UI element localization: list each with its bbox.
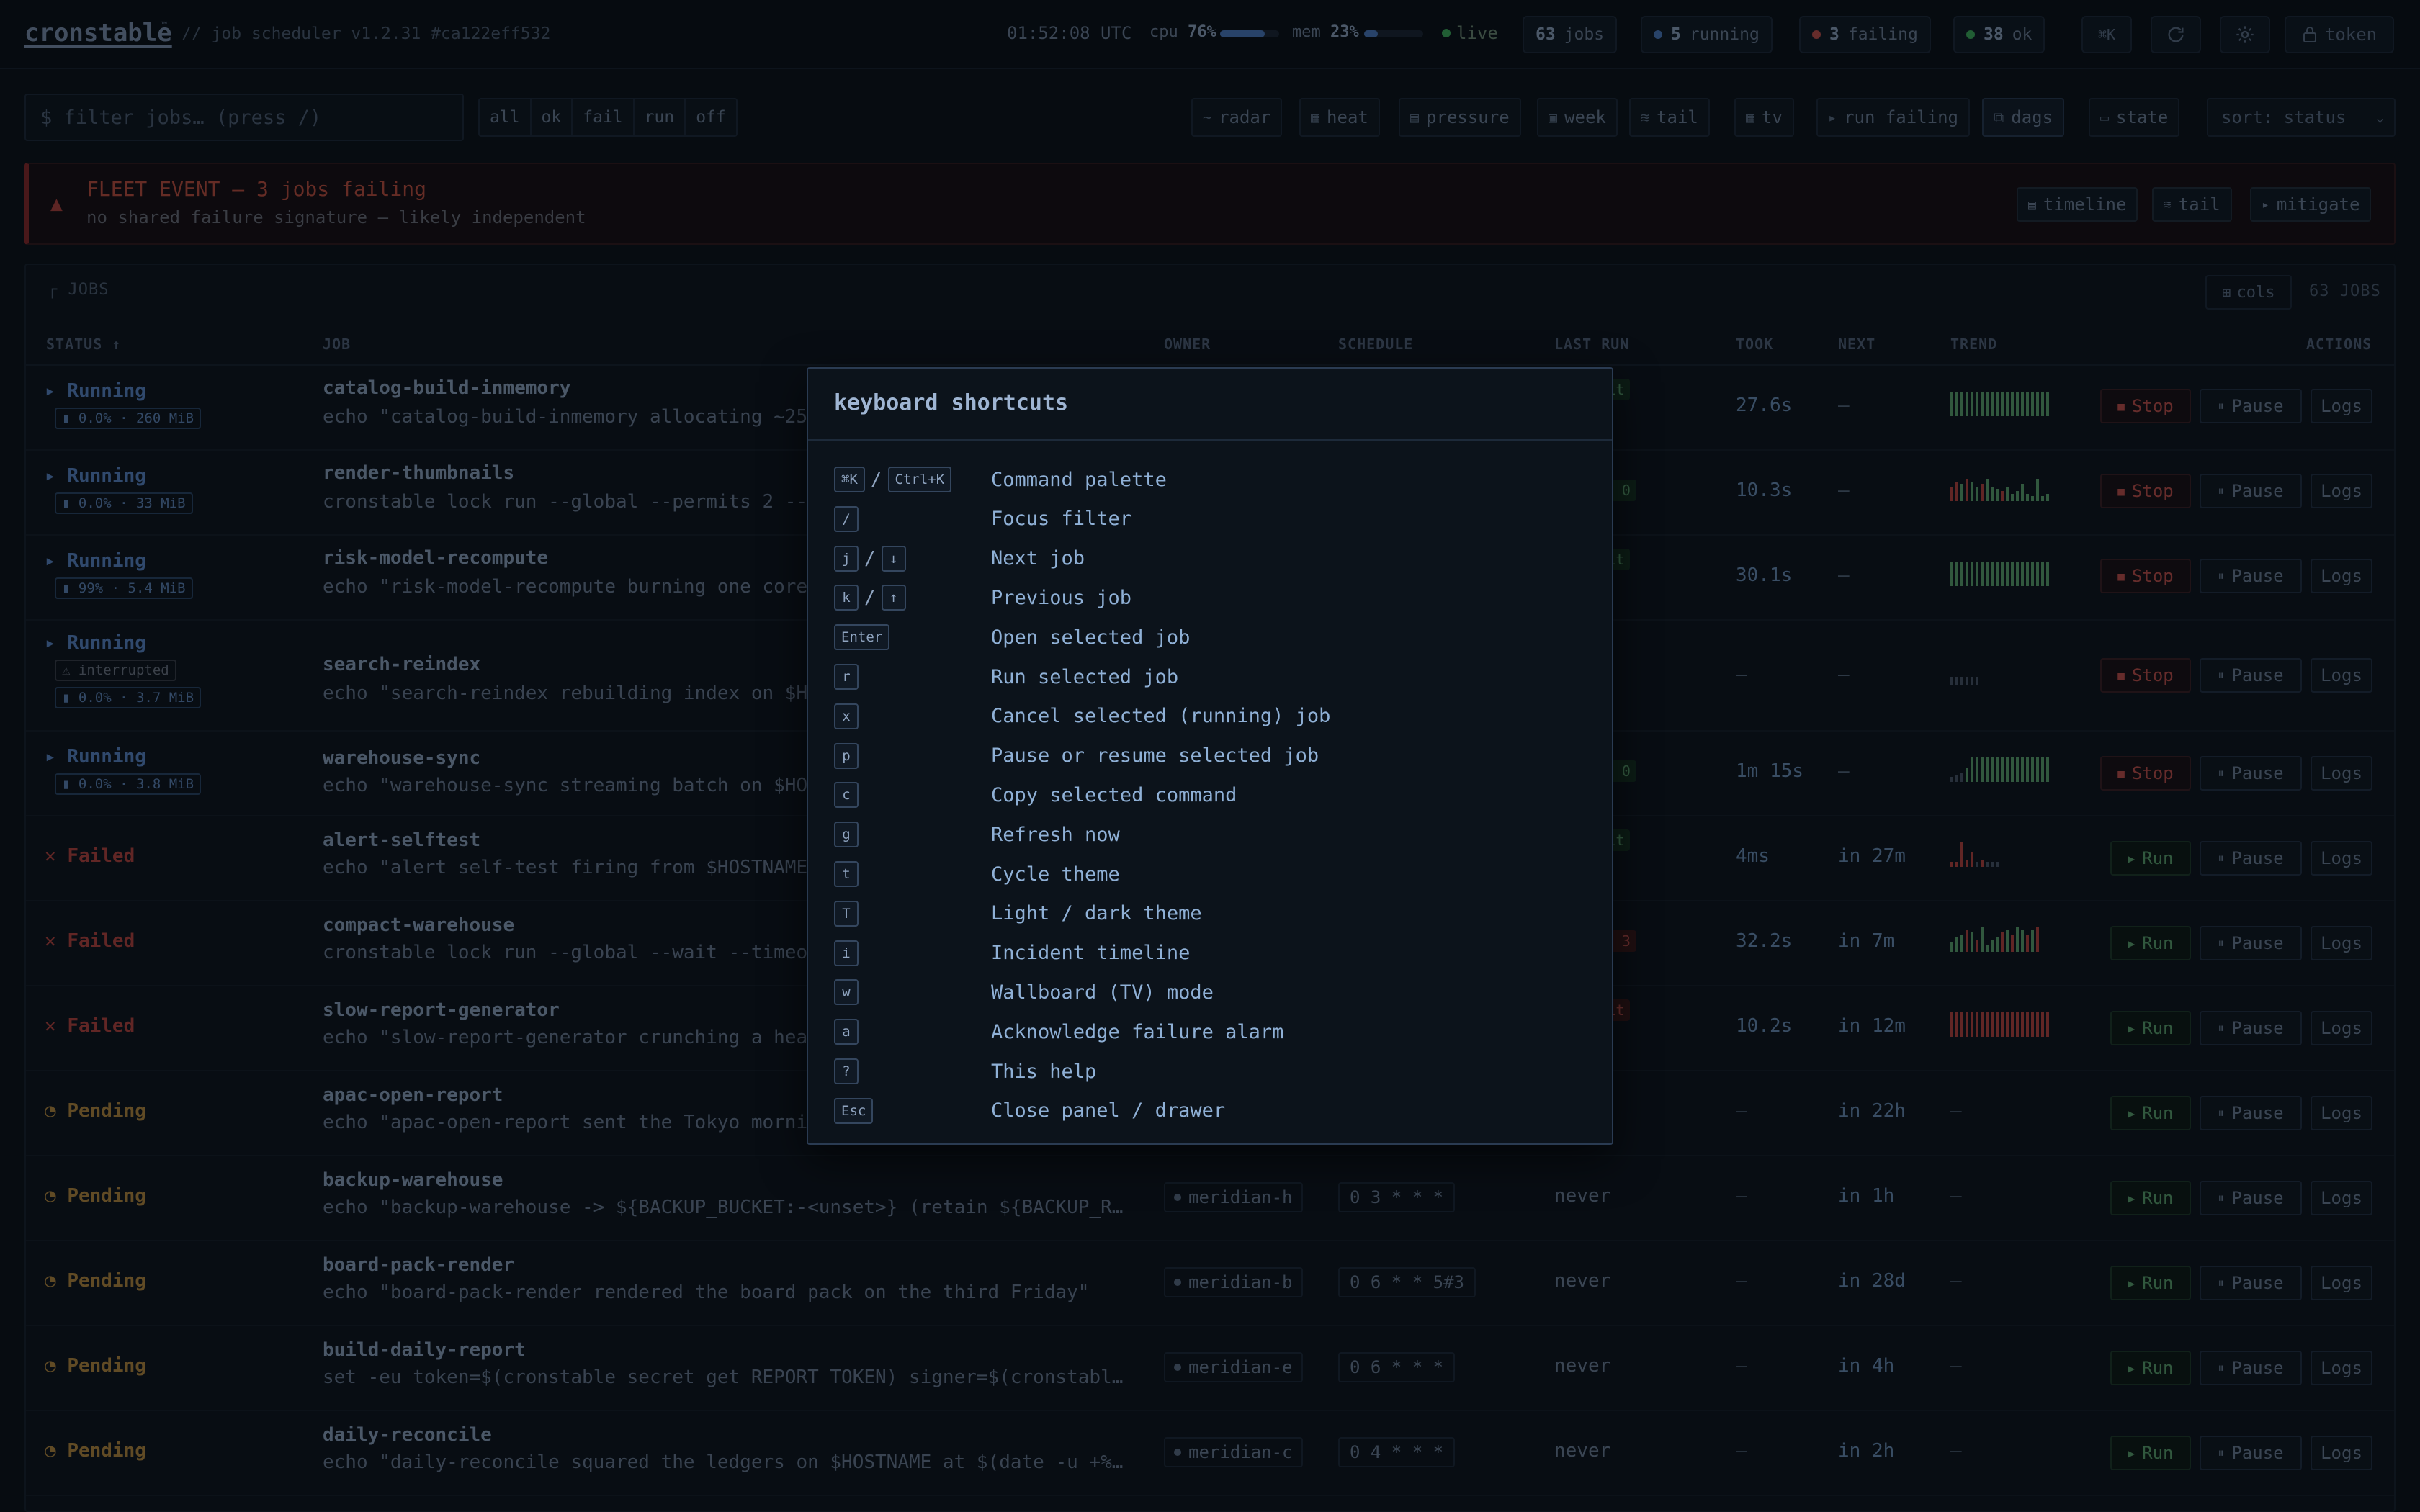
shortcut-row: p Pause or resume selected job	[834, 740, 1583, 772]
key-cap: i	[834, 940, 859, 966]
shortcut-row: t Cycle theme	[834, 858, 1583, 890]
shortcut-description: Next job	[991, 547, 1085, 570]
keyboard-shortcuts-dialog: keyboard shortcuts ⌘K / Ctrl+K Command pale…	[807, 367, 1613, 1145]
key-cap: x	[834, 703, 859, 729]
key-cap: T	[834, 900, 859, 927]
shortcut-row: / Focus filter	[834, 503, 1583, 535]
shortcut-keys: T	[834, 900, 991, 927]
shortcut-description: Close panel / drawer	[991, 1099, 1226, 1122]
shortcut-row: a Acknowledge failure alarm	[834, 1016, 1583, 1048]
key-cap: ⌘K	[834, 467, 865, 492]
key-cap: k	[834, 585, 859, 611]
shortcut-description: Light / dark theme	[991, 902, 1202, 925]
key-separator: /	[864, 547, 876, 570]
key-cap: Esc	[834, 1097, 874, 1124]
key-cap: r	[834, 664, 859, 690]
key-cap: p	[834, 742, 859, 769]
key-separator: /	[870, 469, 882, 490]
shortcut-description: This help	[991, 1060, 1097, 1083]
key-cap: t	[834, 861, 859, 887]
shortcut-description: Wallboard (TV) mode	[991, 981, 1214, 1004]
shortcut-description: Open selected job	[991, 626, 1191, 649]
shortcut-keys: /	[834, 505, 991, 532]
key-cap: ↓	[881, 545, 906, 572]
shortcut-keys: p	[834, 742, 991, 769]
shortcut-keys: w	[834, 979, 991, 1006]
shortcut-row: x Cancel selected (running) job	[834, 701, 1583, 732]
shortcut-description: Acknowledge failure alarm	[991, 1020, 1284, 1043]
shortcut-keys: t	[834, 861, 991, 887]
shortcut-description: Cancel selected (running) job	[991, 705, 1331, 728]
shortcut-row: c Copy selected command	[834, 779, 1583, 811]
shortcut-keys: a	[834, 1019, 991, 1045]
shortcut-keys: c	[834, 782, 991, 809]
shortcut-keys: g	[834, 822, 991, 848]
shortcut-description: Previous job	[991, 586, 1132, 609]
key-cap: w	[834, 979, 859, 1006]
shortcut-keys: k / ↑	[834, 585, 991, 611]
key-cap: a	[834, 1019, 859, 1045]
shortcut-keys: ?	[834, 1058, 991, 1084]
shortcut-row: g Refresh now	[834, 819, 1583, 850]
key-cap: j	[834, 545, 859, 572]
shortcut-row: r Run selected job	[834, 661, 1583, 693]
key-cap: ↑	[881, 585, 906, 611]
shortcut-description: Pause or resume selected job	[991, 744, 1319, 768]
key-cap: g	[834, 822, 859, 848]
shortcut-row: i Incident timeline	[834, 937, 1583, 969]
shortcut-keys: ⌘K / Ctrl+K	[834, 467, 991, 492]
key-cap: Enter	[834, 624, 890, 651]
key-cap: c	[834, 782, 859, 809]
key-cap: Ctrl+K	[887, 467, 952, 492]
shortcut-keys: j / ↓	[834, 545, 991, 572]
shortcut-description: Command palette	[991, 468, 1167, 491]
shortcut-keys: r	[834, 664, 991, 690]
dialog-divider	[808, 439, 1612, 441]
shortcut-description: Focus filter	[991, 508, 1132, 531]
shortcut-row: j / ↓ Next job	[834, 543, 1583, 575]
shortcut-keys: x	[834, 703, 991, 729]
shortcut-description: Cycle theme	[991, 863, 1120, 886]
shortcut-keys: Esc	[834, 1097, 991, 1124]
shortcut-row: Esc Close panel / drawer	[834, 1095, 1583, 1127]
shortcut-description: Refresh now	[991, 823, 1120, 846]
key-cap: ?	[834, 1058, 859, 1084]
shortcut-row: ⌘K / Ctrl+K Command palette	[834, 464, 1583, 495]
shortcut-description: Run selected job	[991, 665, 1179, 688]
shortcut-keys: Enter	[834, 624, 991, 651]
shortcut-description: Incident timeline	[991, 942, 1191, 965]
shortcut-keys: i	[834, 940, 991, 966]
shortcut-row: Enter Open selected job	[834, 621, 1583, 653]
shortcut-row: T Light / dark theme	[834, 898, 1583, 930]
shortcut-row: ? This help	[834, 1056, 1583, 1087]
dialog-title: keyboard shortcuts	[834, 390, 1069, 415]
shortcut-description: Copy selected command	[991, 783, 1237, 806]
key-separator: /	[864, 587, 876, 609]
shortcut-row: w Wallboard (TV) mode	[834, 976, 1583, 1008]
key-cap: /	[834, 505, 859, 532]
shortcut-row: k / ↑ Previous job	[834, 582, 1583, 613]
